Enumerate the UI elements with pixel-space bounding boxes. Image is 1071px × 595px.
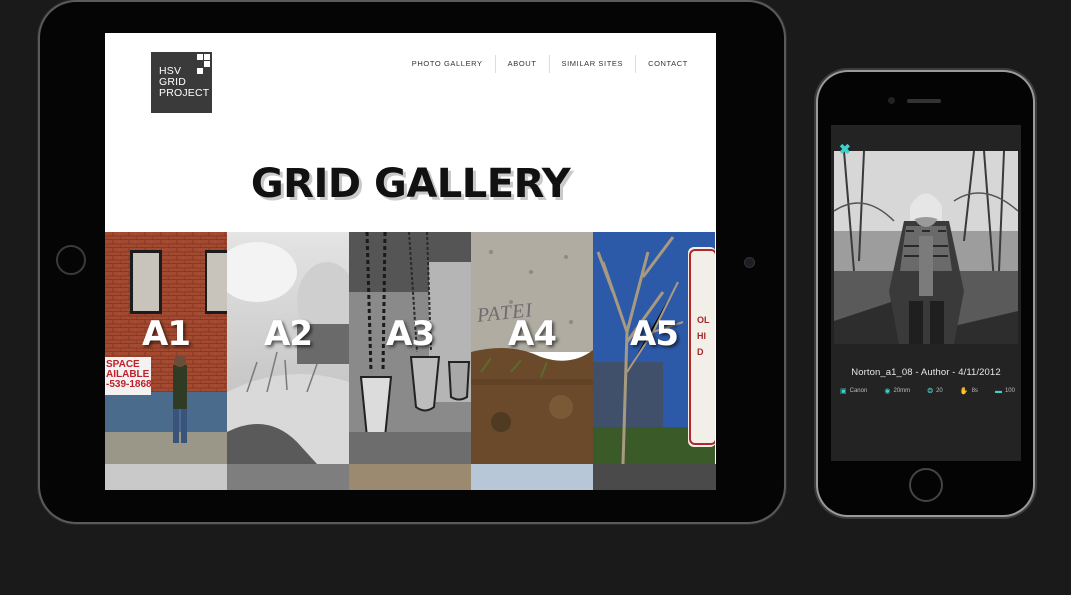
phone-device: ✖ Norton_a1_08 - Author - 4/11/2012 ▣ Ca… — [818, 72, 1033, 515]
lightbox-photo-image — [834, 151, 1018, 344]
nav-photo-gallery[interactable]: PHOTO GALLERY — [400, 55, 495, 73]
grid-tile-b3[interactable] — [349, 464, 471, 490]
nav-about[interactable]: ABOUT — [494, 55, 549, 73]
tablet-screen: HSV GRID PROJECT PHOTO GALLERY ABOUT SIM… — [105, 33, 716, 490]
tile-label-a5: A5 — [630, 314, 679, 354]
meta-focal-value: 20mm — [893, 388, 911, 394]
photo-caption: Norton_a1_08 - Author - 4/11/2012 — [851, 367, 1001, 378]
close-icon[interactable]: ✖ — [839, 142, 851, 156]
grid-tile-a3[interactable]: A3 — [349, 232, 471, 464]
phone-camera — [888, 97, 895, 104]
tile-label-a1: A1 — [142, 314, 191, 354]
grid-tile-b4[interactable] — [471, 464, 593, 490]
meta-iso: ▬ 100 — [995, 388, 1015, 395]
nav-contact[interactable]: CONTACT — [635, 55, 700, 73]
meta-shutter: ✋ 8s — [960, 387, 978, 395]
page-title: GRID GALLERY — [250, 161, 571, 207]
grid-tile-a4[interactable]: PATEI A4 — [471, 232, 593, 464]
photo-metadata-bar: ▣ Canon ◉ 20mm ❂ 20 ✋ 8s ▬ 100 — [840, 387, 1015, 396]
nav-similar-sites[interactable]: SIMILAR SITES — [548, 55, 636, 73]
tile-label-a2: A2 — [264, 314, 313, 354]
meta-shutter-value: 8s — [971, 388, 978, 394]
tile-a1-sign-text: SPACE AILABLE -539-1868 — [106, 359, 152, 390]
grid-tile-b5[interactable] — [593, 464, 716, 490]
grid-tile-a5[interactable]: OL HI D A5 — [593, 232, 715, 464]
photo-grid: SPACE AILABLE -539-1868 A1 A2 A3 PATEI A… — [105, 232, 716, 490]
grid-tile-a1[interactable]: SPACE AILABLE -539-1868 A1 — [105, 232, 227, 464]
logo-line-3: PROJECT — [159, 87, 210, 99]
grid-tile-a2[interactable]: A2 — [227, 232, 349, 464]
camera-icon: ▣ — [840, 388, 847, 395]
meta-camera-value: Canon — [849, 388, 868, 394]
tile-label-a4: A4 — [508, 314, 557, 354]
tablet-home-button[interactable] — [56, 245, 86, 275]
meta-aperture-value: 20 — [936, 388, 943, 394]
logo-text: HSV GRID PROJECT — [159, 66, 209, 99]
tablet-camera — [744, 257, 755, 268]
phone-speaker — [907, 99, 941, 103]
aperture-icon: ❂ — [927, 388, 934, 395]
tile-label-a3: A3 — [386, 314, 435, 354]
phone-screen: ✖ Norton_a1_08 - Author - 4/11/2012 ▣ Ca… — [831, 125, 1021, 461]
phone-home-button[interactable] — [909, 468, 943, 502]
grid-tile-b2[interactable] — [227, 464, 349, 490]
site-logo[interactable]: HSV GRID PROJECT — [151, 52, 212, 113]
grid-tile-b1[interactable] — [105, 464, 227, 490]
tablet-device: HSV GRID PROJECT PHOTO GALLERY ABOUT SIM… — [40, 2, 784, 522]
meta-iso-value: 100 — [1004, 388, 1015, 394]
eye-icon: ◉ — [884, 388, 891, 395]
meta-focal-length: ◉ 20mm — [884, 387, 910, 395]
meta-camera: ▣ Canon — [840, 387, 867, 395]
hand-icon: ✋ — [959, 388, 969, 395]
main-nav: PHOTO GALLERY ABOUT SIMILAR SITES CONTAC… — [400, 55, 700, 73]
iso-icon: ▬ — [994, 387, 1002, 395]
lightbox-photo — [834, 151, 1018, 344]
meta-aperture: ❂ 20 — [927, 387, 943, 395]
